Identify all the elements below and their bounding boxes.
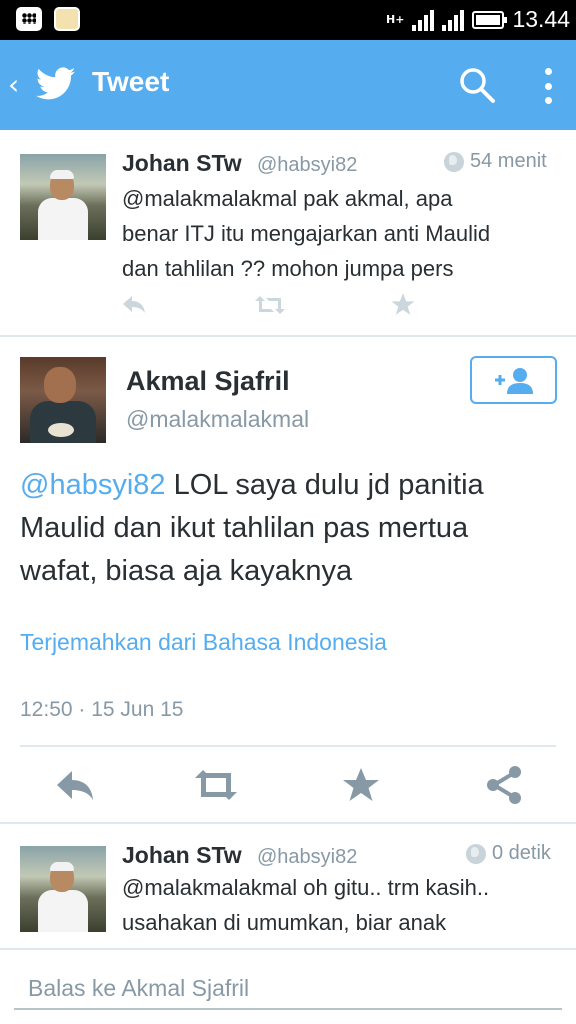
tweet-author-handle: @habsyi82 <box>257 846 358 868</box>
status-bar: H+ 13.44 <box>0 0 576 40</box>
notes-icon <box>54 7 80 31</box>
main-tweet-text-line: wafat, biasa aja kayaknya <box>20 555 353 587</box>
favorite-icon[interactable] <box>390 292 416 317</box>
tweet-author-handle: @habsyi82 <box>257 154 358 176</box>
favorite-icon[interactable] <box>338 762 384 808</box>
add-user-icon <box>494 368 533 394</box>
tweet-text-line: benar ITJ itu mengajarkan anti Maulid <box>122 221 491 246</box>
search-icon[interactable] <box>458 66 496 104</box>
page-title: Tweet <box>92 66 170 97</box>
reply-bar <box>0 948 576 1024</box>
tweet-time: 54 menit <box>444 150 547 173</box>
twitter-bird-icon <box>36 67 76 100</box>
tweet-text-line: @malakmalakmal pak akmal, apa <box>122 186 453 211</box>
globe-icon <box>466 843 486 864</box>
translate-link[interactable]: Terjemahkan dari Bahasa Indonesia <box>20 629 387 656</box>
app-bar: ‹ Tweet <box>0 40 576 130</box>
main-tweet-author-handle[interactable]: @malakmalakmal <box>126 406 309 433</box>
divider <box>0 822 576 824</box>
tweet-text: @malakmalakmal oh gitu.. trm kasih.. usa… <box>122 870 562 940</box>
main-tweet-text-line: LOL saya dulu jd panitia <box>165 469 484 501</box>
tweet-text-line: dan tahlilan ?? mohon jumpa pers <box>122 256 454 281</box>
tweet-time-text: 54 menit <box>470 150 547 172</box>
globe-icon <box>444 151 464 172</box>
tweet-author-name[interactable]: Johan STw <box>122 842 242 869</box>
network-type: H+ <box>386 13 405 26</box>
retweet-icon[interactable] <box>193 762 239 808</box>
clock: 13.44 <box>512 6 570 32</box>
tweet-text-line: @malakmalakmal oh gitu.. trm kasih.. <box>122 875 490 900</box>
tweet-timestamp: 12:50 · 15 Jun 15 <box>20 698 184 721</box>
divider <box>0 335 576 337</box>
back-button[interactable]: ‹ <box>8 68 19 101</box>
tweet-time: 0 detik <box>466 842 551 865</box>
follow-button[interactable] <box>470 356 557 404</box>
retweet-icon[interactable] <box>254 294 286 316</box>
bbm-icon <box>16 7 42 31</box>
signal-icon <box>412 9 435 31</box>
tweet-author-name[interactable]: Johan STw <box>122 150 242 177</box>
reply-icon[interactable] <box>52 762 98 808</box>
more-options-icon[interactable] <box>534 66 562 106</box>
share-icon[interactable] <box>482 762 528 808</box>
avatar[interactable] <box>20 846 106 932</box>
mention-link[interactable]: @habsyi82 <box>20 469 166 501</box>
main-tweet-text-line: Maulid dan ikut tahlilan pas mertua <box>20 512 469 544</box>
tweet-text-line: usahakan di umumkan, biar anak <box>122 910 447 935</box>
reply-icon[interactable] <box>120 292 148 316</box>
avatar[interactable] <box>20 357 106 443</box>
main-tweet-text: @habsyi82 LOL saya dulu jd panitia Mauli… <box>20 464 560 593</box>
signal-icon-2 <box>442 9 465 31</box>
avatar[interactable] <box>20 154 106 240</box>
tweet-text: @malakmalakmal pak akmal, apa benar ITJ … <box>122 181 562 286</box>
tweet-time-text: 0 detik <box>492 842 551 864</box>
reply-input[interactable] <box>14 968 562 1010</box>
divider <box>20 745 556 747</box>
main-tweet-author-name[interactable]: Akmal Sjafril <box>126 366 290 397</box>
battery-icon <box>472 10 508 29</box>
